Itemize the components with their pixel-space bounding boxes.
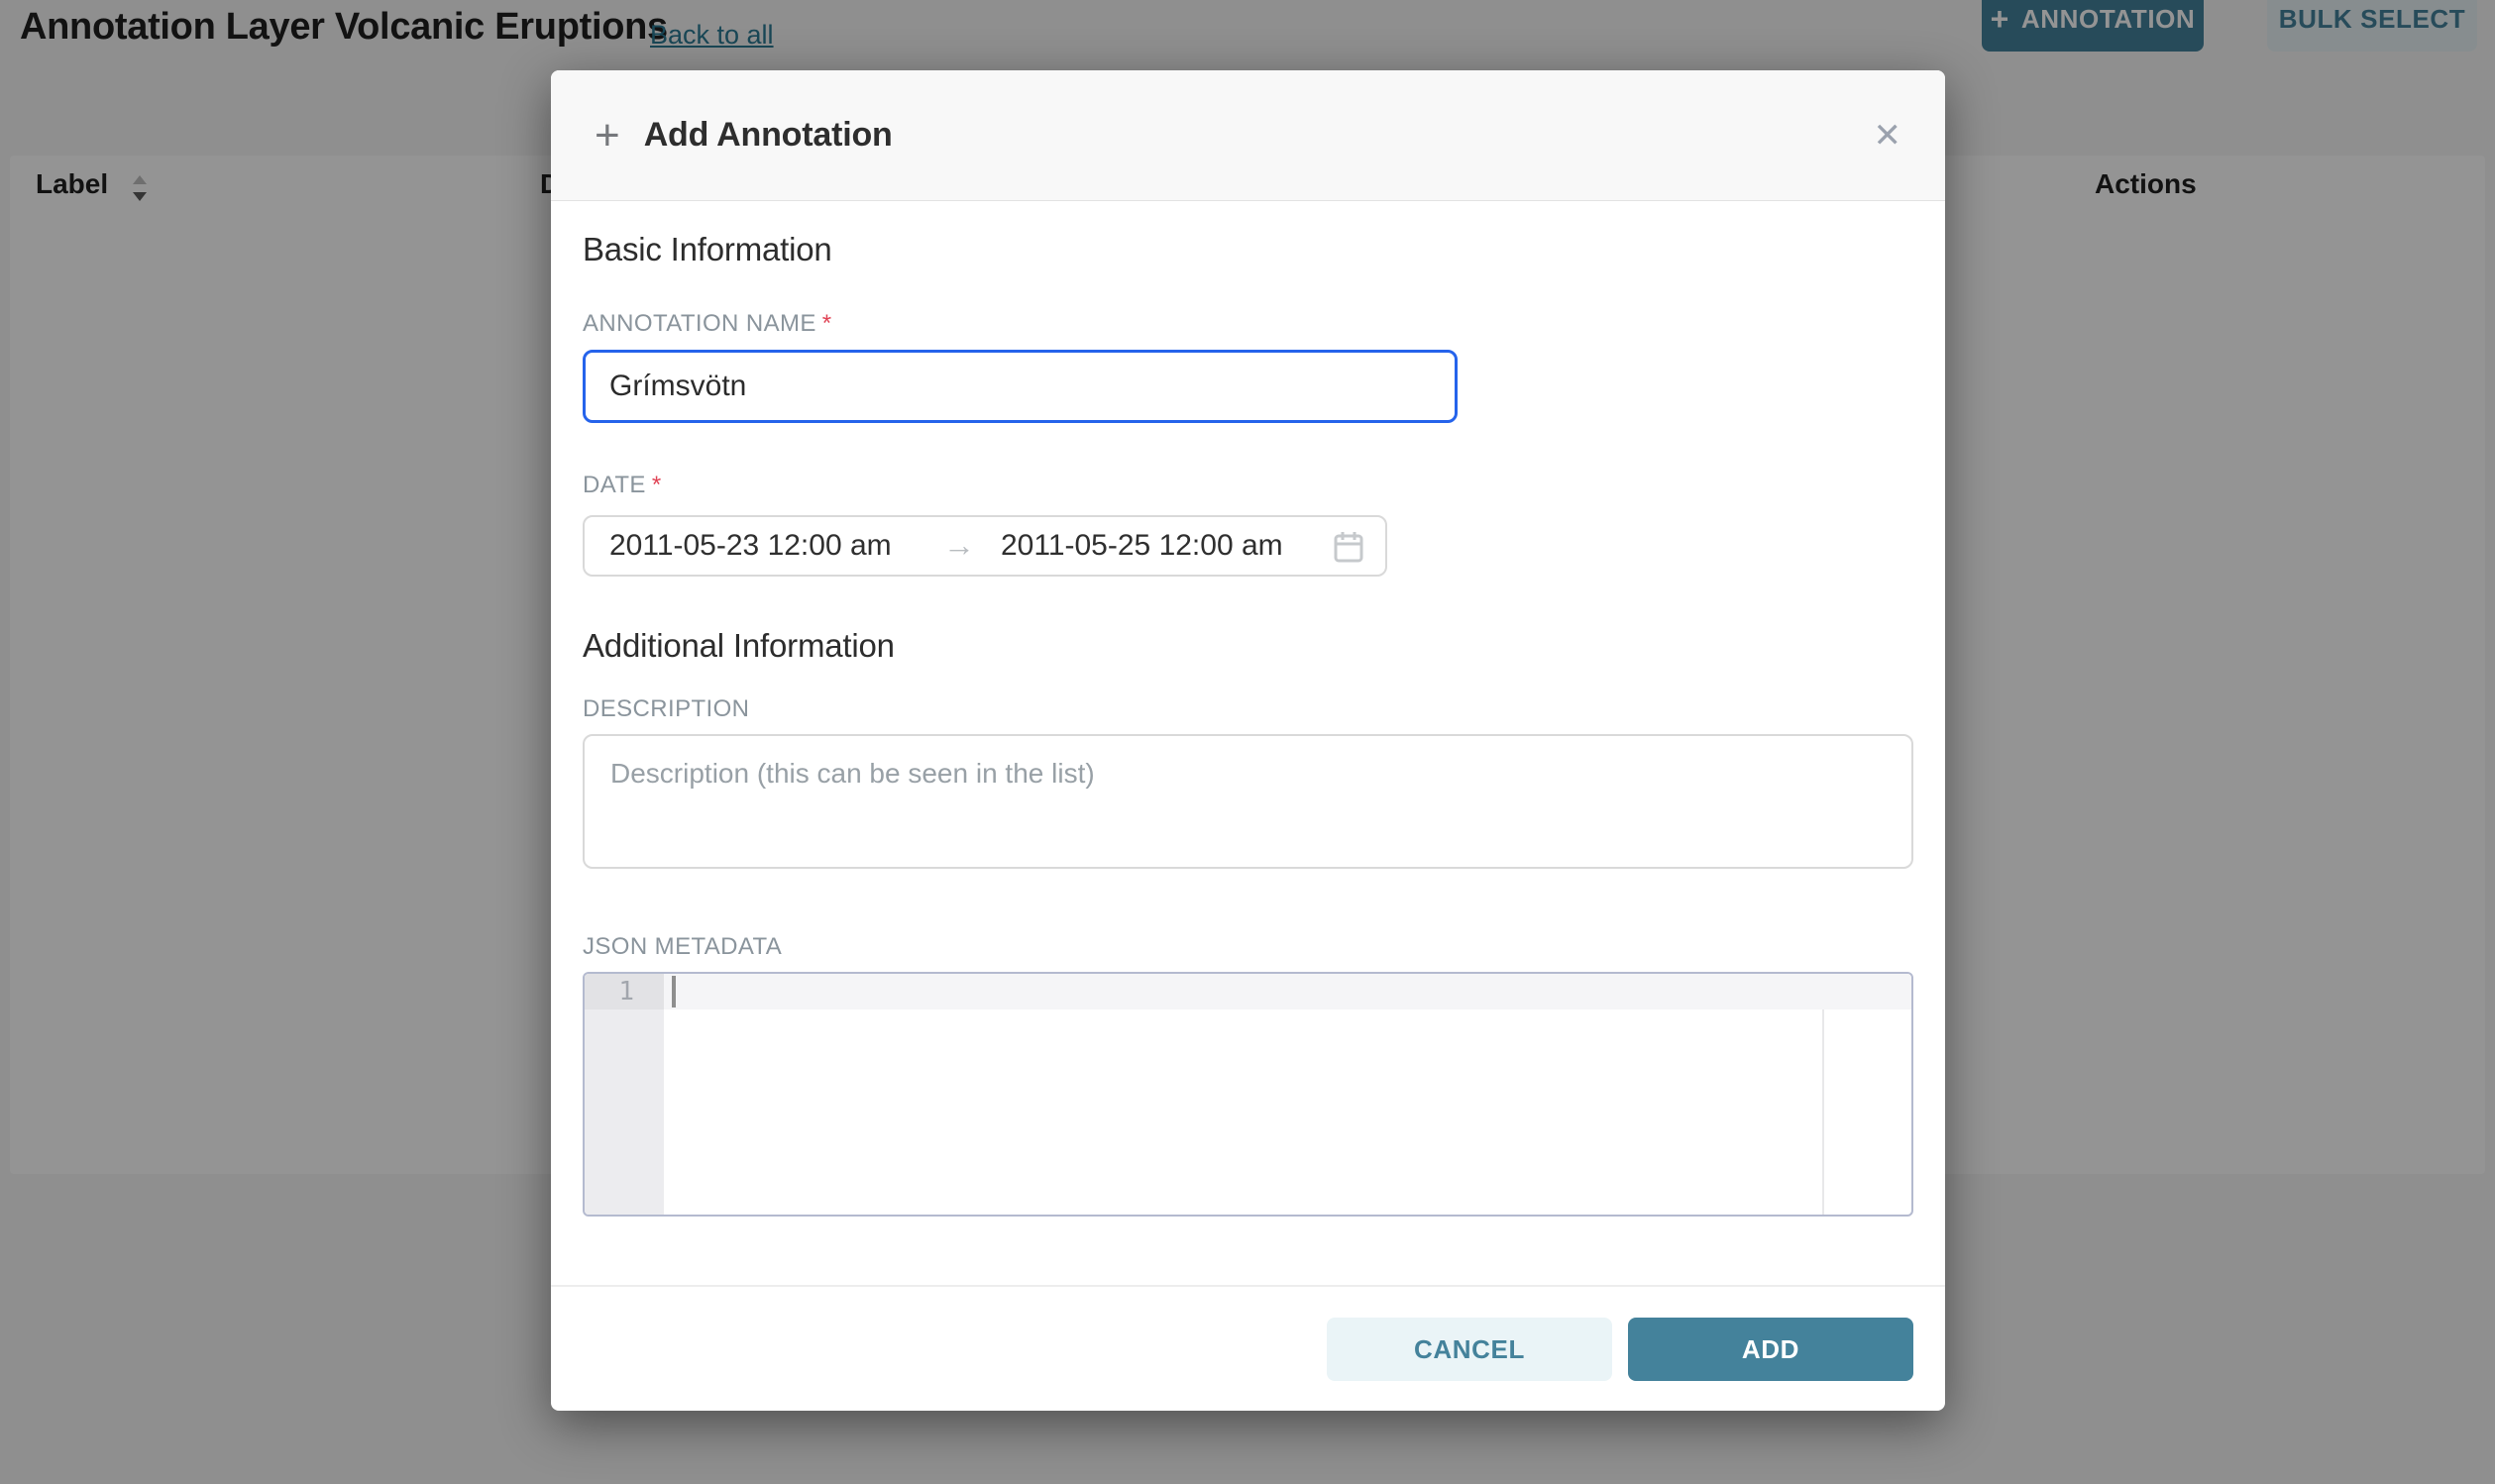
annotation-name-label-text: ANNOTATION NAME [583,310,816,337]
section-additional-information: Additional Information [583,627,895,665]
editor-active-line [664,974,1911,1009]
range-arrow-icon: → [943,517,975,575]
editor-line-number: 1 [585,974,664,1009]
cancel-button[interactable]: CANCEL [1327,1318,1612,1381]
annotation-layer-page: Annotation Layer Volcanic Eruptions Back… [0,0,2495,1484]
required-asterisk: * [822,310,832,337]
json-metadata-editor[interactable]: 1 [583,972,1913,1217]
editor-gutter [585,974,664,1215]
date-label-text: DATE [583,472,646,498]
modal-title: Add Annotation [644,116,893,155]
json-metadata-label: JSON METADATA [583,933,782,961]
date-end-value[interactable]: 2011-05-25 12:00 am [1001,517,1283,575]
modal-header: + Add Annotation ✕ [551,70,1945,201]
section-basic-information: Basic Information [583,231,832,268]
footer-divider [551,1285,1945,1287]
date-start-value[interactable]: 2011-05-23 12:00 am [609,517,892,575]
add-annotation-modal: + Add Annotation ✕ Basic Information ANN… [551,70,1945,1411]
required-asterisk: * [652,472,662,498]
annotation-name-input[interactable] [583,350,1458,423]
calendar-icon[interactable] [1334,530,1363,569]
description-label: DESCRIPTION [583,695,749,723]
description-textarea[interactable] [583,734,1913,869]
add-button[interactable]: ADD [1628,1318,1913,1381]
editor-cursor [672,976,676,1007]
date-range-picker[interactable]: 2011-05-23 12:00 am → 2011-05-25 12:00 a… [583,515,1387,577]
plus-icon: + [595,114,620,158]
date-label: DATE* [583,472,662,499]
editor-column-ruler [1822,1009,1824,1215]
close-icon[interactable]: ✕ [1874,119,1902,153]
annotation-name-label: ANNOTATION NAME* [583,310,832,338]
